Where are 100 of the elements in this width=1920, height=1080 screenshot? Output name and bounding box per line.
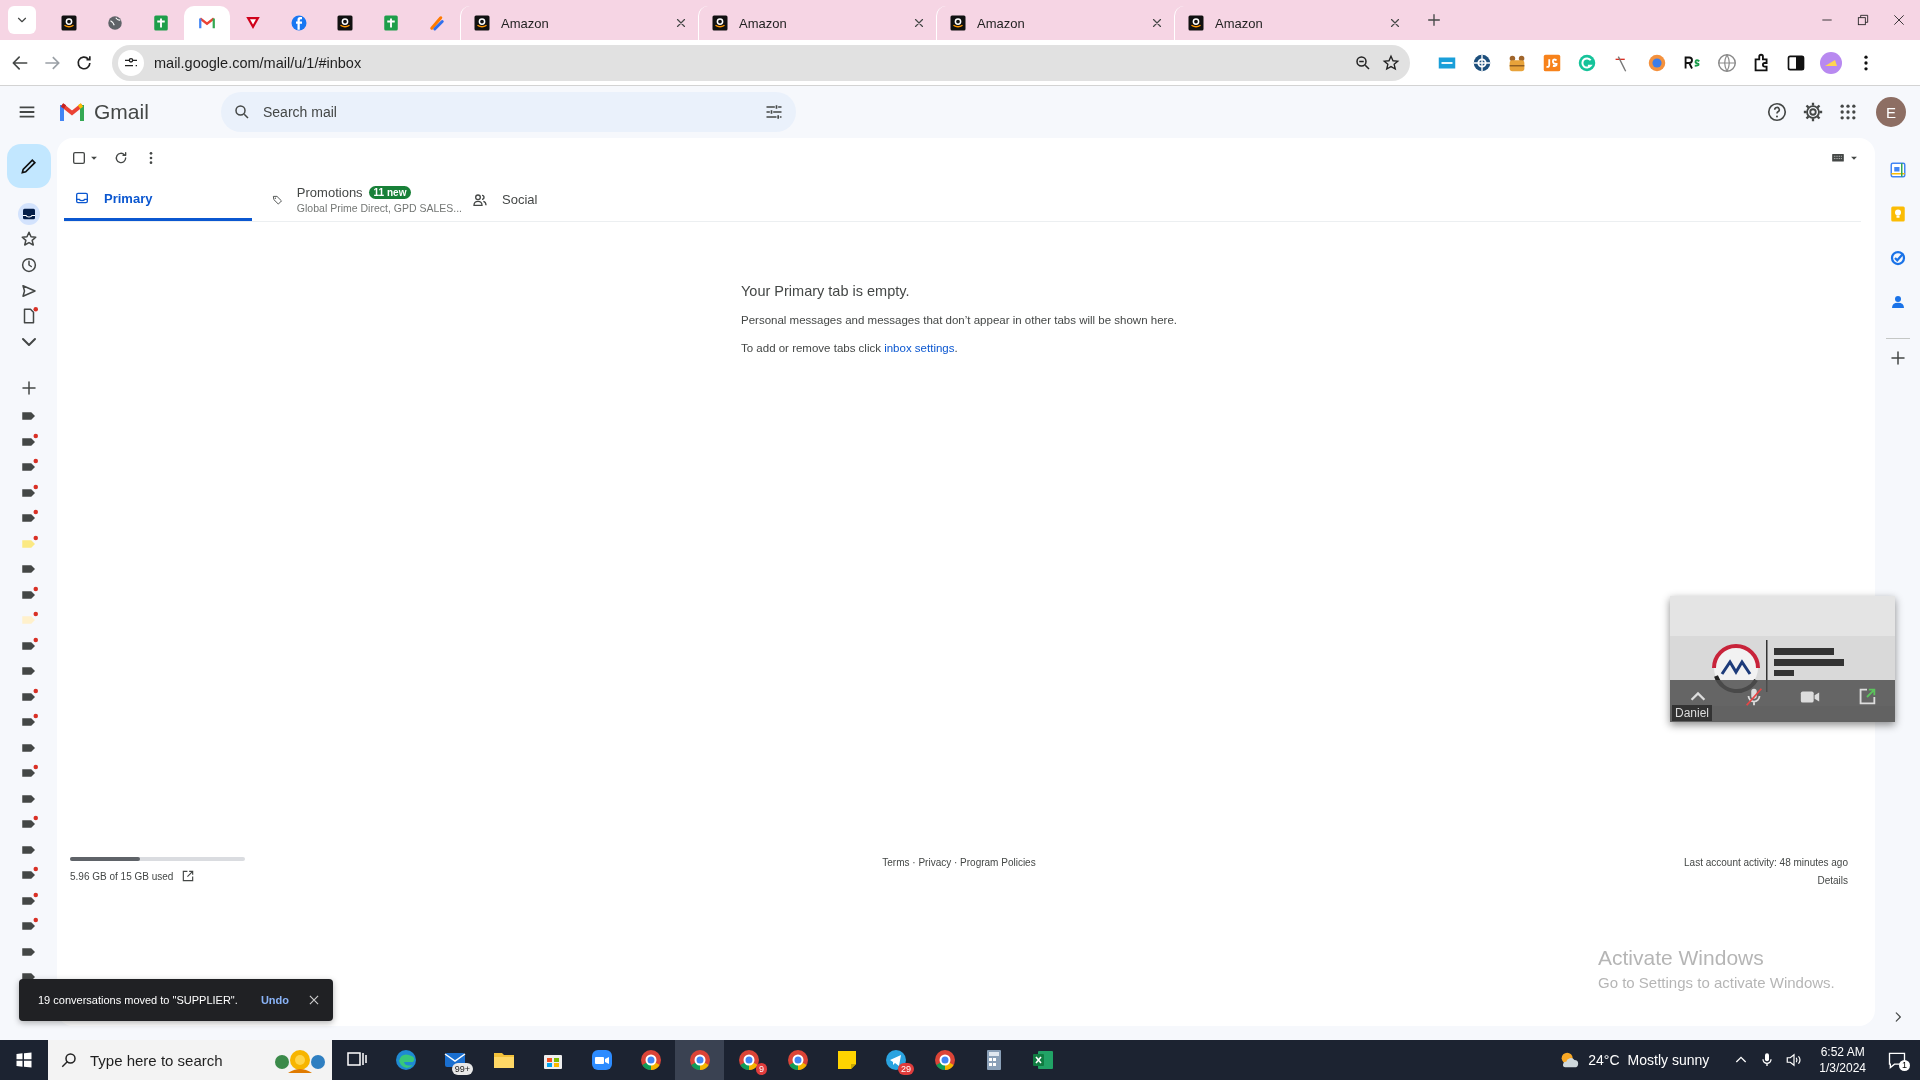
windows-logo-icon bbox=[15, 1051, 33, 1069]
nav-item[interactable] bbox=[17, 202, 40, 225]
footer-link[interactable]: Terms bbox=[882, 857, 910, 868]
empty-message: Personal messages and messages that don’t appear in other tabs will be shown here. bbox=[741, 314, 1178, 326]
close-icon[interactable] bbox=[1150, 16, 1164, 30]
taskbar-app[interactable]: 29 bbox=[871, 1040, 920, 1080]
brush-icon bbox=[428, 14, 446, 32]
chrome-icon bbox=[932, 1048, 957, 1072]
star-icon bbox=[19, 230, 38, 249]
url-text: mail.google.com/mail/u/1/#inbox bbox=[154, 54, 363, 71]
sheet-icon bbox=[152, 14, 170, 32]
restore-icon[interactable] bbox=[1856, 13, 1870, 27]
pencil-icon bbox=[18, 156, 39, 176]
empty-hint: To add or remove tabs click inbox settings. bbox=[741, 342, 959, 354]
snackbar-message: 19 conversations moved to "SUPPLIER". bbox=[38, 994, 239, 1006]
separator: · bbox=[911, 857, 917, 868]
edge-icon bbox=[393, 1048, 418, 1072]
zoom-icon[interactable] bbox=[1354, 53, 1372, 72]
inbox-settings-link[interactable]: inbox settings bbox=[884, 342, 955, 354]
apps-grid-icon[interactable] bbox=[1838, 102, 1858, 122]
notification-icon bbox=[1887, 1050, 1907, 1070]
inbox-icon bbox=[74, 190, 90, 206]
chrome-icon bbox=[785, 1048, 810, 1072]
gmail-logo-icon bbox=[58, 101, 86, 123]
tab-title: Amazon bbox=[501, 15, 550, 31]
globe-icon bbox=[106, 14, 124, 32]
people-icon bbox=[472, 191, 488, 208]
gmail-wordmark: Gmail bbox=[94, 100, 149, 124]
time-text: 6:52 AM bbox=[1820, 1044, 1865, 1060]
weather-condition: Mostly sunny bbox=[1627, 1052, 1710, 1068]
count-badge: 29 bbox=[898, 1063, 914, 1075]
separator: · bbox=[952, 857, 959, 868]
close-icon[interactable] bbox=[1388, 16, 1402, 30]
tab-snippet: Global Prime Direct, GPD SALES... bbox=[296, 202, 462, 214]
taskbar-app[interactable] bbox=[675, 1040, 724, 1080]
date-text: 1/3/2024 bbox=[1819, 1060, 1866, 1076]
keyboard-icon bbox=[1829, 151, 1847, 165]
weather-widget[interactable]: 24°C Mostly sunny bbox=[1558, 1049, 1710, 1071]
chevron-down-icon bbox=[20, 335, 37, 348]
category-tab[interactable]: Promotions 11 new Global Prime Direct, GPD SALES... bbox=[262, 178, 462, 221]
keyboard-button[interactable] bbox=[1829, 151, 1859, 165]
compose-button[interactable] bbox=[6, 144, 51, 188]
select-checkbox[interactable] bbox=[71, 150, 99, 166]
storage-usage: 5.96 GB of 15 GB used bbox=[70, 870, 174, 882]
taskbar-search-bar[interactable]: Type here to search bbox=[48, 1040, 332, 1080]
video-app-icon bbox=[589, 1048, 614, 1072]
help-icon[interactable] bbox=[1766, 101, 1788, 123]
notification-count: 1 bbox=[1899, 1060, 1910, 1071]
activation-message: Go to Settings to activate Windows. bbox=[1598, 974, 1835, 991]
taskbar-app[interactable]: 99+ bbox=[430, 1040, 479, 1080]
close-icon[interactable] bbox=[912, 16, 926, 30]
empty-title: Your Primary tab is empty. bbox=[741, 283, 911, 299]
close-icon[interactable] bbox=[1892, 13, 1906, 27]
globe-extension-icon[interactable] bbox=[1716, 51, 1738, 74]
chrome-icon bbox=[687, 1048, 712, 1072]
clock-icon bbox=[19, 256, 38, 274]
search-icon bbox=[60, 1051, 78, 1069]
close-icon[interactable] bbox=[674, 16, 688, 30]
account-activity: Last account activity: 48 minutes ago bbox=[1684, 857, 1848, 868]
star-icon[interactable] bbox=[1382, 53, 1400, 72]
calendar-icon[interactable] bbox=[1888, 161, 1907, 179]
tab-title: Amazon bbox=[739, 15, 788, 31]
temperature: 24°C bbox=[1588, 1052, 1620, 1068]
checkbox-icon bbox=[71, 150, 87, 166]
category-tab[interactable]: Primary bbox=[64, 178, 252, 221]
participant-name: Daniel bbox=[1672, 705, 1713, 721]
search-icon[interactable] bbox=[233, 103, 251, 121]
activation-title: Activate Windows bbox=[1598, 946, 1765, 970]
count-badge: 99+ bbox=[451, 1063, 473, 1075]
clock[interactable]: 6:52 AM 1/3/2024 bbox=[1819, 1044, 1866, 1076]
chrome-icon bbox=[638, 1048, 663, 1072]
search-input[interactable]: Type here to search bbox=[88, 1050, 258, 1070]
close-icon[interactable] bbox=[307, 993, 321, 1007]
footer-link[interactable]: Privacy bbox=[918, 857, 952, 868]
check-circle-icon[interactable] bbox=[1888, 249, 1907, 267]
search-input[interactable]: Search mail bbox=[261, 103, 754, 121]
tab-title: Amazon bbox=[1215, 15, 1264, 31]
footer-link[interactable]: Program Policies bbox=[960, 857, 1036, 868]
chrome-icon bbox=[736, 1048, 761, 1072]
plus-icon[interactable] bbox=[1888, 349, 1907, 367]
category-tab[interactable]: Social bbox=[462, 178, 662, 221]
address-bar[interactable]: mail.google.com/mail/u/1/#inbox bbox=[112, 44, 1410, 81]
sheet-icon bbox=[382, 14, 400, 32]
taskbar-app[interactable]: 9 bbox=[724, 1040, 773, 1080]
new-count-badge: 11 new bbox=[368, 186, 412, 199]
speaker-icon[interactable] bbox=[1785, 1051, 1804, 1069]
tab-title: Amazon bbox=[977, 15, 1026, 31]
notification-button[interactable]: 1 bbox=[1882, 1040, 1912, 1080]
refresh-icon[interactable] bbox=[113, 150, 129, 166]
settings-icon[interactable] bbox=[1802, 101, 1824, 123]
search-bar[interactable]: Search mail bbox=[221, 92, 796, 132]
spreadsheet-icon bbox=[1030, 1048, 1055, 1072]
details-link[interactable]: Details bbox=[1817, 875, 1848, 886]
undo-button[interactable]: Undo bbox=[260, 994, 289, 1006]
filter-icon[interactable] bbox=[764, 102, 784, 122]
open-external-icon[interactable] bbox=[181, 869, 196, 883]
plus-icon[interactable] bbox=[19, 378, 38, 397]
account-avatar[interactable]: E bbox=[1876, 97, 1906, 127]
tab-label: Promotions bbox=[296, 185, 363, 200]
profile-icon[interactable] bbox=[1819, 50, 1843, 75]
